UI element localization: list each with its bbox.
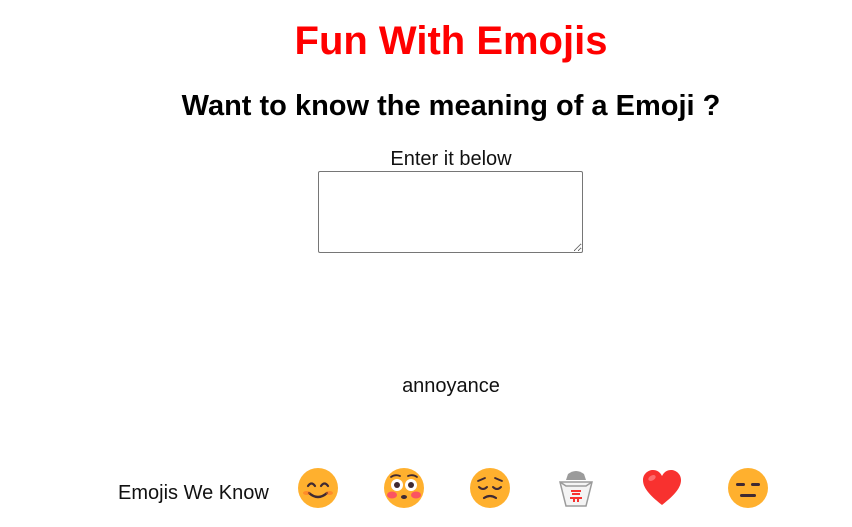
emoji-input[interactable] xyxy=(318,171,583,253)
flushed-face-icon[interactable] xyxy=(382,466,426,510)
smiling-face-icon[interactable] xyxy=(296,466,340,510)
emoji-meaning-output: annoyance xyxy=(402,375,500,397)
page-title: Fun With Emojis xyxy=(294,19,608,63)
expressionless-face-icon[interactable] xyxy=(726,466,770,510)
takeout-box-icon[interactable] xyxy=(554,466,598,510)
known-emojis-row: Emojis We Know xyxy=(118,466,812,510)
pensive-face-icon[interactable] xyxy=(468,466,512,510)
page-subtitle: Want to know the meaning of a Emoji ? xyxy=(181,90,721,122)
known-emojis-label: Emojis We Know xyxy=(118,482,269,504)
page: Fun With Emojis Want to know the meaning… xyxy=(0,0,852,527)
red-heart-icon[interactable] xyxy=(640,466,684,510)
input-prompt-label: Enter it below xyxy=(390,148,512,170)
